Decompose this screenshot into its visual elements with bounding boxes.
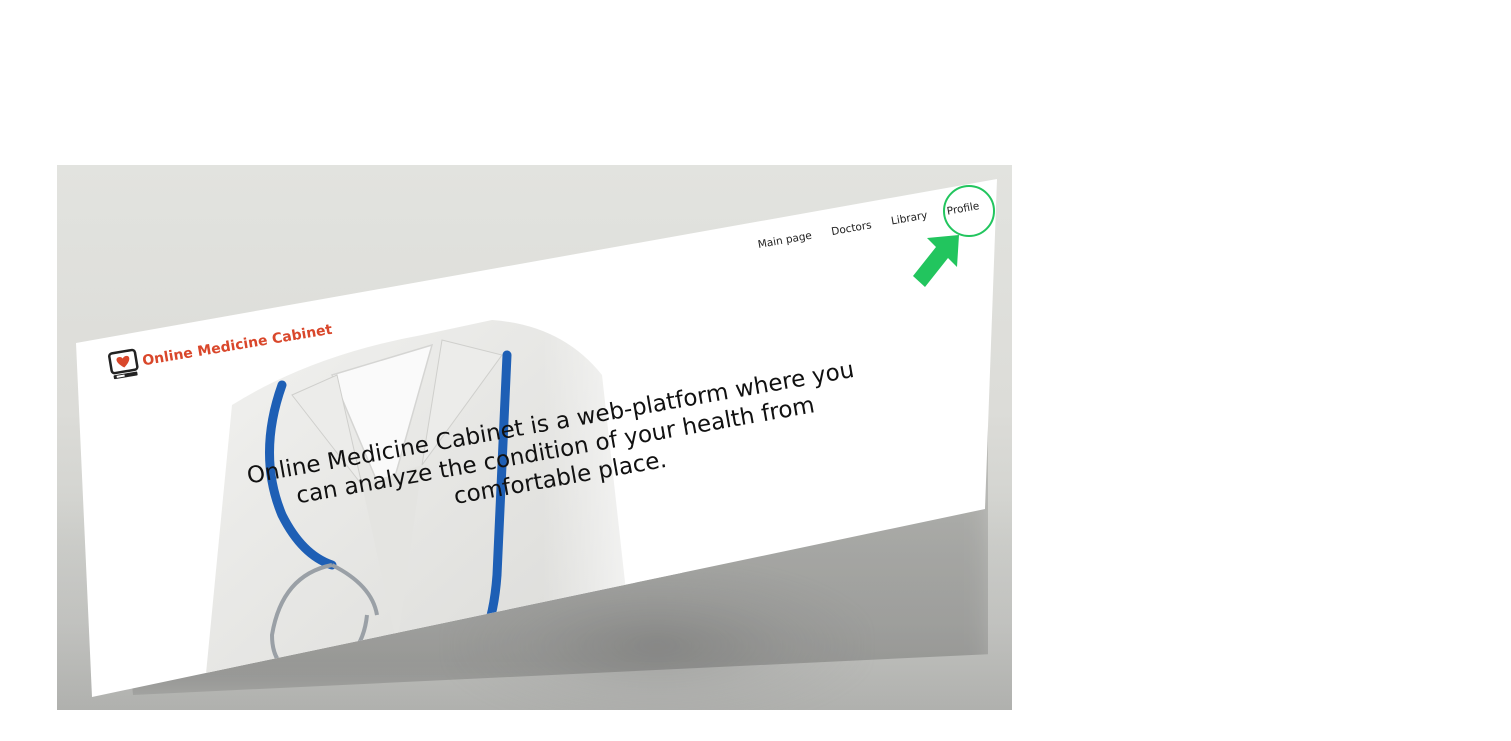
- heart-monitor-icon: [108, 348, 139, 380]
- nav-main-page[interactable]: Main page: [757, 230, 813, 251]
- nav-library[interactable]: Library: [890, 209, 928, 227]
- nav-doctors[interactable]: Doctors: [830, 219, 872, 238]
- screenshot-stage: Online Medicine Cabinet Main page Doctor…: [57, 165, 1012, 710]
- pointer-arrow-icon: [913, 235, 959, 287]
